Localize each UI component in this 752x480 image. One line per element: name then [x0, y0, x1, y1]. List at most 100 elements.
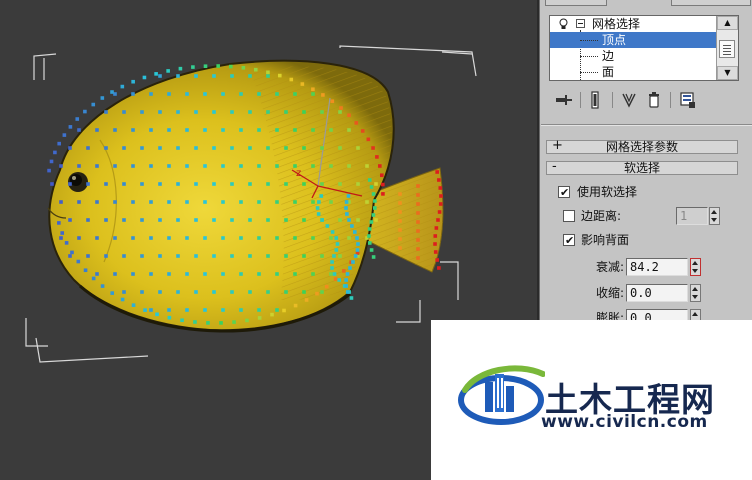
vertex-dot — [131, 92, 135, 96]
vertex-dot — [176, 290, 180, 294]
scroll-down-icon[interactable]: ▼ — [717, 66, 738, 80]
vertex-dot — [113, 164, 117, 168]
edge-distance-spinner[interactable] — [709, 207, 720, 225]
vertex-dot — [433, 234, 438, 238]
vertex-dot — [433, 250, 438, 254]
vertex-dot — [131, 79, 135, 84]
vertex-dot — [158, 74, 162, 78]
edge-distance-label: 边距离: — [581, 209, 622, 223]
vertex-dot — [167, 308, 171, 312]
edge-distance-field[interactable]: 1 — [676, 207, 708, 225]
stack-item-mesh-select[interactable]: 网格选择 — [550, 16, 716, 32]
vertex-dot — [325, 224, 330, 228]
falloff-field[interactable]: 84.2 — [626, 258, 688, 276]
vertex-dot — [275, 92, 279, 96]
pin-stack-icon[interactable] — [554, 90, 574, 110]
vertex-dot — [351, 260, 355, 264]
vertex-dot — [302, 290, 306, 294]
use-soft-selection-checkbox[interactable] — [558, 184, 570, 202]
stack-item-edge[interactable]: 边 — [550, 48, 716, 64]
vertex-dot — [86, 254, 90, 258]
vertex-dot — [266, 218, 270, 222]
scroll-up-icon[interactable]: ▲ — [717, 16, 738, 30]
falloff-spinner[interactable] — [690, 258, 701, 276]
vertex-dot — [257, 200, 261, 204]
vertex-dot — [320, 254, 324, 258]
vertex-dot — [212, 110, 216, 114]
edge-distance-checkbox[interactable] — [563, 210, 575, 222]
vertex-dot — [221, 308, 225, 312]
stack-item-face[interactable]: 面 — [550, 64, 716, 80]
vertex-dot — [293, 272, 297, 276]
vertex-dot — [248, 182, 252, 186]
vertex-dot — [257, 272, 261, 276]
vertex-dot — [372, 206, 377, 210]
stack-toolbar — [550, 90, 710, 110]
show-end-result-icon[interactable] — [586, 90, 606, 110]
panel-tab-1[interactable] — [545, 0, 607, 6]
vertex-dot — [131, 200, 135, 204]
vertex-dot — [70, 250, 74, 255]
vertex-dot — [120, 84, 125, 89]
vertex-dot — [293, 200, 297, 204]
vertex-dot — [398, 192, 402, 196]
vertex-dot — [366, 137, 371, 142]
vertex-dot — [333, 277, 338, 281]
remove-modifier-icon[interactable] — [644, 90, 664, 110]
vertex-dot — [68, 146, 72, 150]
pinch-spinner[interactable] — [690, 284, 701, 302]
vertex-dot — [416, 184, 420, 188]
vertex-dot — [284, 182, 288, 186]
vertex-dot — [167, 128, 171, 132]
fish-mesh[interactable] — [47, 59, 444, 333]
stack-scrollbar[interactable]: ▲ ▼ — [716, 16, 738, 80]
vertex-dot — [194, 218, 198, 222]
configure-modifier-sets-icon[interactable] — [678, 90, 698, 110]
vertex-dot — [203, 200, 207, 204]
rollout-title: 网格选择参数 — [605, 140, 678, 154]
panel-tab-2[interactable] — [671, 0, 751, 6]
make-unique-icon[interactable] — [620, 90, 640, 110]
vertex-dot — [86, 146, 90, 150]
vertex-dot — [334, 248, 339, 252]
rollout-soft-selection[interactable]: - 软选择 — [546, 160, 738, 175]
modifier-stack-list[interactable]: 网格选择 顶点 边 面 ▲ ▼ — [549, 15, 739, 81]
vertex-dot — [203, 64, 208, 68]
vertex-dot — [140, 146, 144, 150]
rollout-mesh-select-params[interactable]: + 网格选择参数 — [546, 139, 738, 154]
vertex-dot — [311, 164, 315, 168]
vertex-dot — [367, 234, 371, 238]
pinch-field[interactable]: 0.0 — [626, 284, 688, 302]
vertex-dot — [275, 236, 279, 240]
vertex-dot — [185, 308, 189, 312]
vertex-dot — [245, 318, 249, 323]
vertex-dot — [113, 200, 117, 204]
vertex-dot — [253, 67, 258, 72]
vertex-dot — [167, 315, 172, 320]
scroll-thumb[interactable] — [719, 40, 735, 58]
vertex-dot — [311, 272, 315, 276]
lightbulb-icon[interactable] — [558, 18, 569, 30]
vertex-dot — [338, 110, 342, 114]
vertex-dot — [149, 128, 153, 132]
vertex-dot — [219, 321, 223, 325]
vertex-dot — [320, 182, 324, 186]
vertex-dot — [352, 230, 357, 234]
watermark-url: www.civilcn.com — [541, 412, 708, 432]
stack-item-vertex[interactable]: 顶点 — [550, 32, 716, 48]
vertex-dot — [317, 200, 321, 204]
vertex-dot — [355, 236, 359, 240]
vertex-dot — [216, 64, 220, 68]
vertex-dot — [194, 146, 198, 150]
vertex-dot — [381, 182, 385, 187]
vertex-dot — [232, 320, 236, 324]
vertex-dot — [302, 146, 306, 150]
vertex-dot — [230, 146, 234, 150]
vertex-dot — [191, 65, 195, 69]
affect-backfacing-checkbox[interactable] — [563, 232, 575, 250]
pinch-label: 收缩: — [595, 286, 624, 300]
vertex-dot — [104, 182, 108, 186]
vertex-dot — [320, 110, 324, 114]
vertex-dot — [275, 164, 279, 168]
collapse-icon[interactable] — [576, 19, 585, 28]
